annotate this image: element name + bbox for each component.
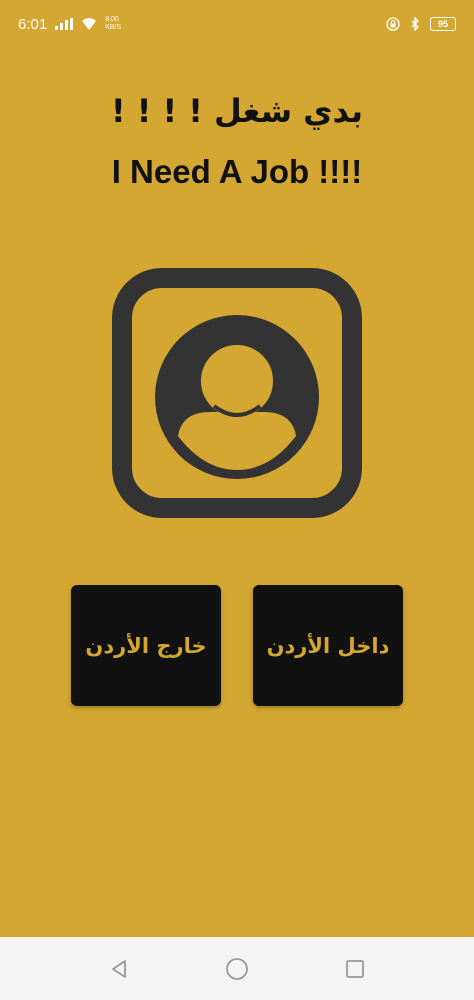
recents-button[interactable] [341,955,369,983]
status-time: 6:01 [18,15,48,33]
battery-icon: 95 [430,17,456,31]
status-left: 6:01 8.00 KB/S [18,16,121,33]
navigation-bar [0,937,474,1000]
outside-jordan-label: خارج الأردن [85,633,207,658]
profile-icon [110,266,364,520]
bluetooth-icon [411,17,419,31]
net-speed-unit: KB/S [105,24,122,31]
status-right: 95 [386,17,456,31]
inside-jordan-button[interactable]: داخل الأردن [253,585,403,706]
outside-jordan-button[interactable]: خارج الأردن [71,585,221,706]
recents-icon [346,959,364,978]
back-icon [112,959,126,978]
lock-icon [386,17,400,31]
title-english: I Need A Job !!!! [111,153,363,190]
home-button[interactable] [223,955,251,983]
battery-level: 95 [437,19,448,29]
net-speed-value: 8.00 [105,16,119,23]
signal-icon [55,18,74,30]
back-button[interactable] [105,955,133,983]
app-screen: 6:01 8.00 KB/S 95 بدي شغل ! ! ! ! I Need… [0,0,474,1000]
net-speed: 8.00 KB/S [105,16,121,32]
inside-jordan-label: داخل الأردن [266,633,390,658]
status-bar: 6:01 8.00 KB/S 95 [0,0,474,48]
home-icon [226,957,248,980]
title-arabic: بدي شغل ! ! ! ! [111,92,363,130]
wifi-icon [82,18,97,30]
